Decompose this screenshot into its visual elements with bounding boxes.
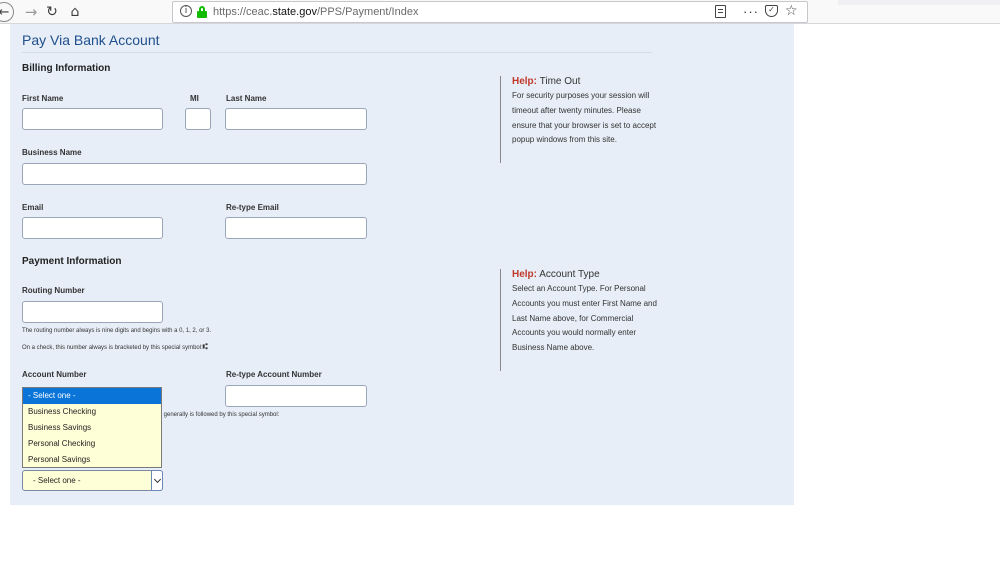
help-timeout-heading: Time Out [539, 76, 581, 87]
routing-note-symbol-text: On a check, this number always is bracke… [22, 345, 203, 351]
last-name-input[interactable] [225, 108, 367, 130]
billing-heading: Billing Information [22, 63, 111, 74]
info-icon[interactable]: i [180, 5, 192, 17]
help-timeout-text: For security purposes your session will … [512, 91, 657, 145]
dropdown-option-select-one[interactable]: - Select one - [23, 388, 161, 404]
help-timeout-panel: Help: Time Out For security purposes you… [500, 76, 662, 163]
chevron-down-icon[interactable] [151, 470, 163, 491]
more-icon[interactable]: ··· [743, 4, 759, 19]
reader-view-icon[interactable] [715, 5, 726, 18]
routing-symbol-icon: ⑆ [202, 342, 208, 351]
url-domain: state.gov [272, 6, 317, 18]
routing-note-symbol: On a check, this number always is bracke… [22, 342, 208, 351]
dropdown-option-business-checking[interactable]: Business Checking [23, 404, 161, 420]
dropdown-option-business-savings[interactable]: Business Savings [23, 420, 161, 436]
account-type-select[interactable]: - Select one - [22, 470, 163, 491]
dropdown-option-personal-savings[interactable]: Personal Savings [23, 452, 161, 468]
pocket-icon[interactable]: ✓ [765, 5, 778, 17]
email-label: Email [22, 203, 44, 212]
help-timeout-prefix: Help: [512, 76, 537, 87]
account-number-label: Account Number [22, 370, 87, 379]
payment-heading: Payment Information [22, 256, 122, 267]
routing-number-label: Routing Number [22, 286, 85, 295]
url-text[interactable]: https://ceac.state.gov/PPS/Payment/Index [213, 6, 418, 18]
url-path: /PPS/Payment/Index [316, 6, 419, 18]
mi-input[interactable] [185, 108, 211, 130]
first-name-input[interactable] [22, 108, 163, 130]
business-name-label: Business Name [22, 148, 82, 157]
help-timeout-title: Help: Time Out [512, 76, 662, 87]
home-icon[interactable]: ⌂ [65, 2, 85, 22]
retype-email-input[interactable] [225, 217, 367, 239]
retype-account-label: Re-type Account Number [226, 370, 322, 379]
url-prefix: https://ceac. [213, 6, 273, 18]
back-icon[interactable]: ← [0, 2, 14, 22]
first-name-label: First Name [22, 94, 64, 103]
browser-toolbar: ← → ↻ ⌂ i https://ceac.state.gov/PPS/Pay… [0, 0, 1000, 24]
retype-account-input[interactable] [225, 385, 367, 407]
account-type-dropdown-list[interactable]: - Select one - Business Checking Busines… [22, 387, 162, 468]
title-divider [22, 52, 652, 53]
forward-icon[interactable]: → [21, 2, 41, 22]
routing-note-digits: The routing number always is nine digits… [22, 328, 212, 334]
help-account-type-prefix: Help: [512, 269, 537, 280]
tab-strip-remnant [838, 0, 1000, 5]
page-title: Pay Via Bank Account [22, 32, 160, 48]
account-type-selected-value: - Select one - [33, 476, 81, 485]
routing-number-input[interactable] [22, 301, 163, 323]
lock-icon[interactable] [197, 6, 207, 18]
dropdown-option-personal-checking[interactable]: Personal Checking [23, 436, 161, 452]
payment-page: Pay Via Bank Account Billing Information… [10, 24, 794, 505]
url-bar[interactable]: i https://ceac.state.gov/PPS/Payment/Ind… [172, 1, 808, 23]
account-note-symbol: r generally is followed by this special … [160, 412, 280, 418]
mi-label: MI [190, 94, 199, 103]
reload-icon[interactable]: ↻ [42, 2, 62, 22]
last-name-label: Last Name [226, 94, 267, 103]
retype-email-label: Re-type Email [226, 203, 279, 212]
help-account-type-text: Select an Account Type. For Personal Acc… [512, 284, 657, 353]
help-account-type-panel: Help: Account Type Select an Account Typ… [500, 269, 662, 371]
bookmark-star-icon[interactable]: ☆ [785, 3, 798, 19]
help-account-type-title: Help: Account Type [512, 269, 662, 280]
email-input[interactable] [22, 217, 163, 239]
business-name-input[interactable] [22, 163, 367, 185]
help-account-type-heading: Account Type [539, 269, 600, 280]
